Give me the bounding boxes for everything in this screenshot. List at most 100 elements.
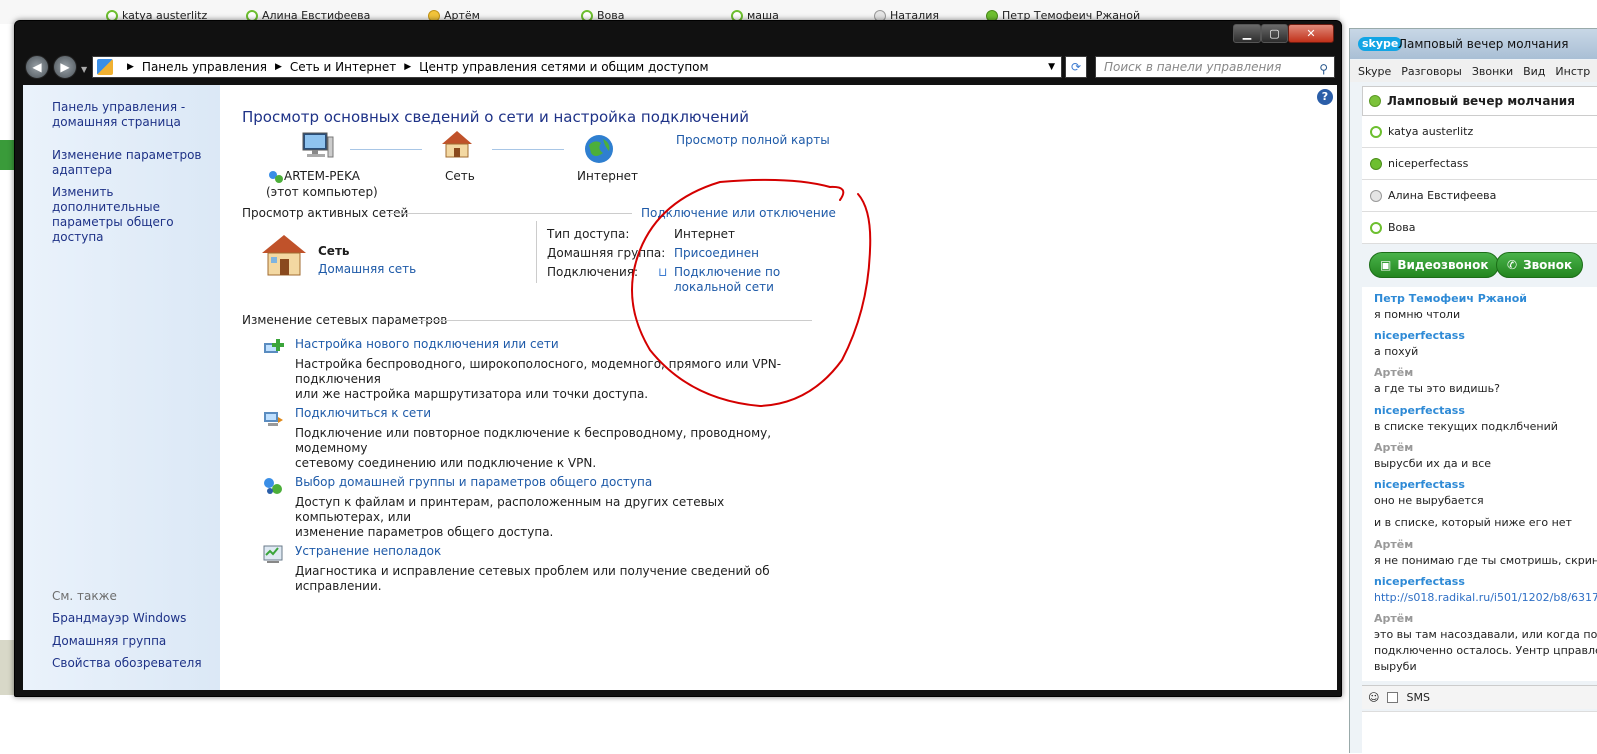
chat-history: Петр Темофеич Ржаной я помню чтоли nicep… (1362, 287, 1597, 681)
new-connection-link[interactable]: Настройка нового подключения или сети (295, 337, 559, 351)
member-item[interactable]: katya austerlitz (1362, 116, 1597, 148)
skype-window-title: Ламповый вечер молчания (1398, 37, 1569, 51)
new-connection-icon (262, 337, 284, 359)
homegroup-sharing-link[interactable]: Выбор домашней группы и параметров общег… (295, 475, 652, 489)
connect-to-network-link[interactable]: Подключиться к сети (295, 406, 431, 420)
troubleshoot-link[interactable]: Устранение неполадок (295, 544, 441, 558)
windows-firewall-link[interactable]: Брандмауэр Windows (52, 611, 186, 626)
minimize-button[interactable]: ▁ (1233, 24, 1261, 43)
connect-to-network-description: Подключение или повторное подключение к … (295, 426, 772, 470)
group-chat-icon (1369, 95, 1381, 107)
member-item[interactable]: Вова (1362, 212, 1597, 244)
chat-name: Ламповый вечер молчания (1387, 94, 1575, 108)
menu-skype[interactable]: Skype (1358, 65, 1391, 78)
control-panel-home-link[interactable]: Панель управления - домашняя страница (52, 100, 185, 130)
breadcrumb-separator-icon: ▶ (404, 62, 412, 72)
breadcrumb-control-panel[interactable]: Панель управления (142, 60, 267, 74)
homegroup-joined-link[interactable]: Присоединен (674, 246, 759, 260)
ethernet-icon: ⊔ (658, 265, 668, 279)
chat-header[interactable]: Ламповый вечер молчания (1362, 86, 1597, 116)
address-bar[interactable]: ▶ Панель управления ▶ Сеть и Интернет ▶ … (92, 56, 1062, 78)
active-networks-heading: Просмотр активных сетей (242, 206, 409, 220)
network-users-icon (268, 169, 284, 185)
title-bar[interactable]: ▁ ▢ ✕ (15, 21, 1341, 51)
message-text: я помню чтоли (1374, 308, 1461, 321)
chevron-down-icon[interactable]: ▼ (1048, 62, 1055, 72)
network-center-window: ▁ ▢ ✕ ◀ ▶ ▼ ▶ Панель управления ▶ Сеть и… (14, 20, 1342, 697)
control-panel-icon (97, 59, 113, 75)
menu-tools[interactable]: Инстр (1555, 65, 1590, 78)
globe-icon (583, 133, 615, 165)
breadcrumb-network-center[interactable]: Центр управления сетями и общим доступом (419, 60, 708, 74)
member-item[interactable]: Алина Евстифеева (1362, 180, 1597, 212)
back-arrow-icon[interactable]: ◀ (25, 55, 49, 79)
view-full-map-link[interactable]: Просмотр полной карты (676, 133, 830, 147)
help-icon[interactable]: ? (1317, 89, 1333, 105)
maximize-button[interactable]: ▢ (1261, 24, 1288, 43)
search-icon[interactable]: ⚲ (1319, 59, 1328, 79)
troubleshoot-icon (262, 543, 284, 565)
troubleshoot-description: Диагностика и исправление сетевых пробле… (295, 564, 770, 593)
connect-network-icon (262, 407, 284, 429)
computer-icon (300, 131, 334, 161)
computer-name: ARTEM-PEKA (284, 169, 360, 183)
close-button[interactable]: ✕ (1288, 24, 1334, 43)
phone-icon: ✆ (1507, 258, 1518, 272)
forward-arrow-icon[interactable]: ▶ (53, 55, 77, 79)
main-pane: ? Просмотр основных сведений о сети и на… (220, 85, 1337, 690)
homegroup-link[interactable]: Домашняя группа (52, 634, 166, 649)
menu-conversations[interactable]: Разговоры (1401, 65, 1462, 78)
homegroup-sharing-icon (262, 475, 284, 497)
message-text: и в списке, который ниже его нет (1374, 516, 1572, 529)
connect-disconnect-link[interactable]: Подключение или отключение (641, 206, 836, 220)
message-input[interactable] (1362, 711, 1597, 754)
message-text: а похуй (1374, 345, 1419, 358)
homegroup-label: Домашняя группа: (547, 246, 666, 260)
menu-view[interactable]: Вид (1523, 65, 1545, 78)
skype-title-bar[interactable]: skype Ламповый вечер молчания (1350, 29, 1597, 59)
video-call-button[interactable]: ▣ Видеозвонок (1369, 252, 1500, 278)
message-author: niceperfectass (1374, 575, 1465, 588)
menu-calls[interactable]: Звонки (1472, 65, 1513, 78)
search-placeholder: Поиск в панели управления (1104, 60, 1282, 74)
message-author: Артём (1374, 441, 1414, 454)
access-type-label: Тип доступа: (547, 227, 630, 241)
sms-label: SMS (1406, 691, 1430, 704)
network-node-label: Сеть (445, 169, 475, 183)
internet-options-link[interactable]: Свойства обозревателя (52, 656, 202, 671)
search-input[interactable]: Поиск в панели управления ⚲ (1095, 56, 1335, 78)
computer-note: (этот компьютер) (266, 185, 378, 199)
status-icon (1370, 221, 1382, 234)
unknown-status-icon (1370, 189, 1382, 202)
member-item[interactable]: niceperfectass (1362, 148, 1597, 180)
skype-chat-window: skype Ламповый вечер молчания Skype Разг… (1349, 28, 1597, 754)
message-author: Петр Темофеич Ржаной (1374, 292, 1528, 305)
message-link[interactable]: http://s018.radikal.ru/i501/1202/b8/6317 (1374, 591, 1597, 604)
message-author: Артём (1374, 366, 1414, 379)
change-settings-heading: Изменение сетевых параметров (242, 313, 448, 327)
page-title: Просмотр основных сведений о сети и наст… (242, 108, 749, 126)
refresh-icon[interactable]: ⟳ (1065, 56, 1087, 78)
connection-line (492, 149, 564, 150)
member-name: katya austerlitz (1388, 125, 1474, 138)
member-name: Вова (1388, 221, 1416, 234)
message-author: Артём (1374, 538, 1414, 551)
advanced-sharing-settings-link[interactable]: Изменить дополнительные параметры общего… (52, 185, 220, 245)
house-icon (440, 129, 474, 159)
divider (536, 221, 537, 283)
video-camera-icon: ▣ (1380, 258, 1392, 272)
sms-checkbox[interactable] (1387, 692, 1399, 703)
member-name: niceperfectass (1388, 157, 1469, 170)
home-network-link[interactable]: Домашняя сеть (318, 262, 416, 276)
message-text: это вы там насоздавали, или когда по (1374, 628, 1597, 641)
local-connection-link[interactable]: Подключение по локальной сети (674, 265, 780, 295)
call-button[interactable]: ✆ Звонок (1496, 252, 1584, 278)
homegroup-sharing-description: Доступ к файлам и принтерам, расположенн… (295, 495, 725, 539)
change-adapter-settings-link[interactable]: Изменение параметров адаптера (52, 148, 202, 178)
recent-pages-dropdown-icon[interactable]: ▼ (81, 65, 87, 74)
online-status-icon (1370, 157, 1382, 170)
breadcrumb-network-internet[interactable]: Сеть и Интернет (290, 60, 396, 74)
emoticon-icon[interactable]: ☺ (1368, 691, 1379, 704)
left-task-pane: Панель управления - домашняя страница Из… (23, 85, 220, 690)
message-author: Артём (1374, 612, 1414, 625)
